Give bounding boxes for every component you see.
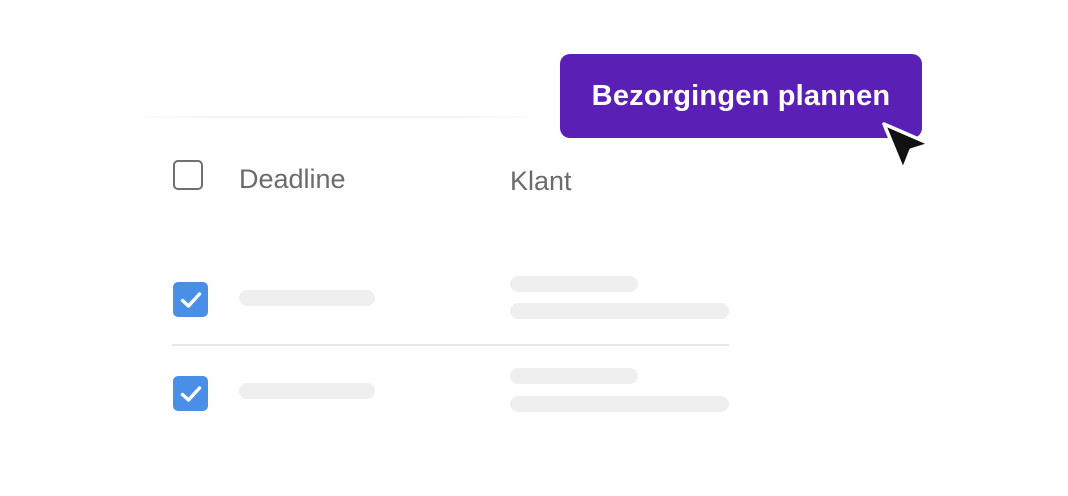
row-2-klant-address-placeholder — [510, 396, 729, 412]
table-top-divider — [135, 116, 537, 118]
checkmark-icon — [180, 385, 201, 402]
row-1-klant-address-placeholder — [510, 303, 729, 319]
checkmark-icon — [180, 291, 201, 308]
mouse-pointer-icon — [882, 122, 932, 172]
row-checkbox-1[interactable] — [173, 282, 208, 317]
select-all-checkbox[interactable] — [173, 160, 203, 190]
column-header-deadline[interactable]: Deadline — [239, 166, 346, 193]
row-1-deadline-placeholder — [239, 290, 375, 306]
row-2-klant-name-placeholder — [510, 368, 638, 384]
row-2-deadline-placeholder — [239, 383, 375, 399]
column-header-klant[interactable]: Klant — [510, 168, 572, 195]
row-1-klant-name-placeholder — [510, 276, 638, 292]
row-divider — [172, 344, 729, 346]
row-checkbox-2[interactable] — [173, 376, 208, 411]
plan-deliveries-button[interactable]: Bezorgingen plannen — [560, 54, 922, 138]
